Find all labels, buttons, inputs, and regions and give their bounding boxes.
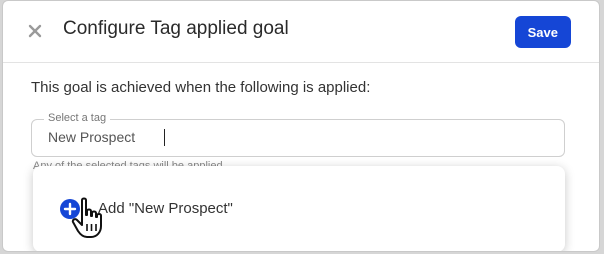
text-caret (164, 129, 165, 146)
close-icon[interactable] (23, 19, 47, 43)
goal-description: This goal is achieved when the following… (31, 79, 371, 96)
modal-header: Configure Tag applied goal Save (3, 1, 599, 63)
tag-select-field[interactable]: Select a tag (31, 112, 565, 157)
tag-field-label: Select a tag (44, 112, 111, 124)
plus-circle-icon (60, 199, 80, 219)
add-tag-option[interactable]: Add "New Prospect" (33, 188, 565, 228)
modal-title: Configure Tag applied goal (63, 18, 289, 39)
add-option-label: Add "New Prospect" (98, 200, 233, 217)
save-button[interactable]: Save (514, 16, 571, 48)
tag-dropdown: Add "New Prospect" (33, 166, 565, 251)
configure-goal-modal: Configure Tag applied goal Save This goa… (2, 0, 600, 252)
tag-search-input[interactable] (48, 129, 548, 145)
